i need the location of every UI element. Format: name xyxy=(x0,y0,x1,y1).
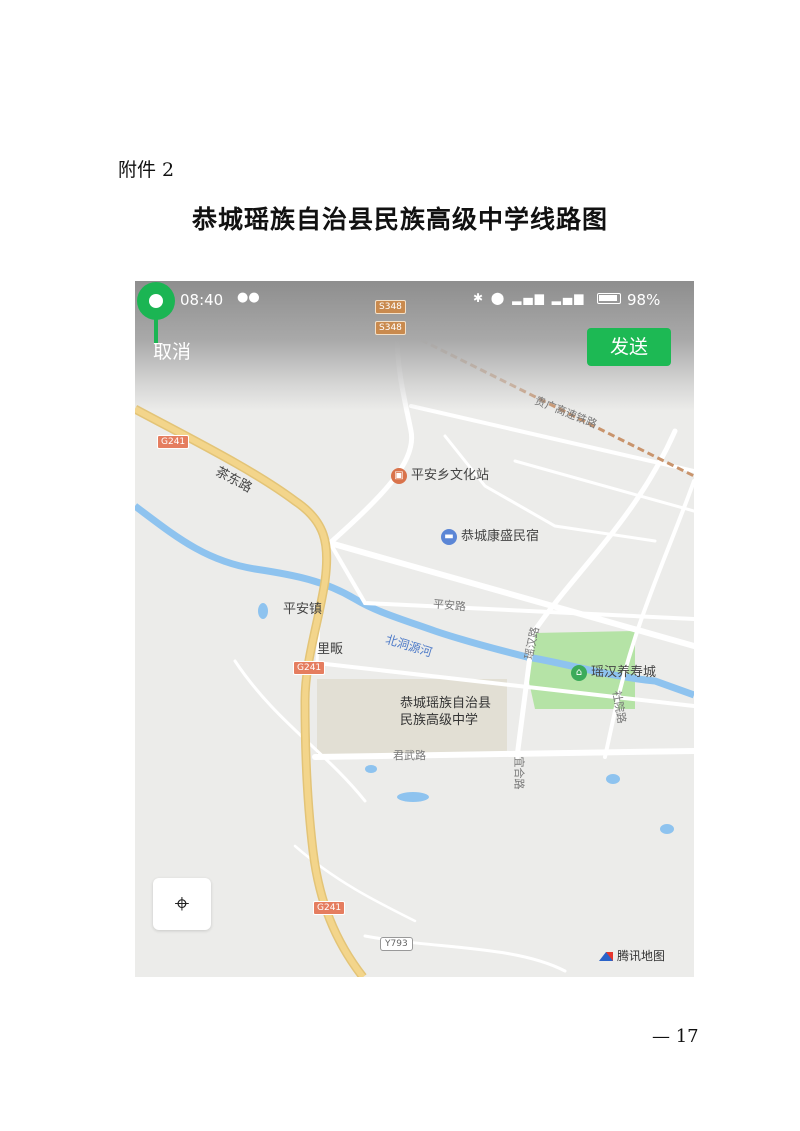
place-label-li-an: 里畈 xyxy=(317,642,344,657)
map-provider-name: 腾讯地图 xyxy=(617,949,666,963)
park-icon: ⌂ xyxy=(571,664,587,681)
poi-label: 瑶汉养寿城 xyxy=(591,665,657,680)
road-label-ping-an: 平安路 xyxy=(432,597,467,614)
battery-percent: 98% xyxy=(627,291,661,309)
status-time: 08:40 xyxy=(180,291,224,309)
map-screenshot: 08:40 ●● ✱ ⬤ ▂▄▆ ▂▄▆ 98% 取消 发送 S348 S348… xyxy=(135,281,694,977)
chat-notification-icon: ●● xyxy=(237,290,260,305)
selected-place-line2: 民族高级中学 xyxy=(400,713,479,728)
road-badge-g241: G241 xyxy=(313,901,346,915)
place-label-ping-an-town: 平安镇 xyxy=(283,602,323,617)
location-pin-icon[interactable] xyxy=(135,281,177,343)
poi-culture-station[interactable]: ▣ 平安乡文化站 xyxy=(391,464,489,484)
bed-icon: ▬ xyxy=(441,528,457,545)
road-label-side: 宜合路 xyxy=(512,756,526,790)
page-number: — 17 xyxy=(652,1026,699,1047)
pond xyxy=(660,824,674,834)
poi-homestay[interactable]: ▬ 恭城康盛民宿 xyxy=(441,525,539,545)
poi-label: 平安乡文化站 xyxy=(411,468,490,483)
road-badge-g241: G241 xyxy=(157,435,190,449)
road-badge-s348: S348 xyxy=(375,321,406,335)
send-button[interactable]: 发送 xyxy=(587,328,671,366)
crosshair-icon: ⌖ xyxy=(174,889,190,919)
pond xyxy=(365,765,377,773)
selected-place-line1: 恭城瑶族自治县 xyxy=(400,696,492,711)
map-provider-logo: 腾讯地图 xyxy=(599,947,665,964)
poi-yaohan-elderly-city[interactable]: ⌂ 瑶汉养寿城 xyxy=(571,661,656,681)
pond xyxy=(397,792,429,802)
road-badge-y793: Y793 xyxy=(380,937,413,951)
poi-label: 恭城康盛民宿 xyxy=(461,529,540,544)
battery-icon xyxy=(597,293,621,304)
building-icon: ▣ xyxy=(391,467,407,484)
pond xyxy=(606,774,620,784)
pond xyxy=(258,603,268,619)
road-label-junwu: 君武路 xyxy=(393,749,426,762)
selected-place-label: 恭城瑶族自治县 民族高级中学 xyxy=(400,695,520,729)
document-title: 恭城瑶族自治县民族高级中学线路图 xyxy=(191,205,608,234)
signal-icons: ✱ ⬤ ▂▄▆ ▂▄▆ xyxy=(473,291,586,305)
road-badge-g241: G241 xyxy=(293,661,326,675)
road-badge-s348: S348 xyxy=(375,300,406,314)
tencent-map-icon xyxy=(599,952,613,961)
my-location-button[interactable]: ⌖ xyxy=(153,878,211,930)
attachment-label: 附件 2 xyxy=(118,159,175,181)
